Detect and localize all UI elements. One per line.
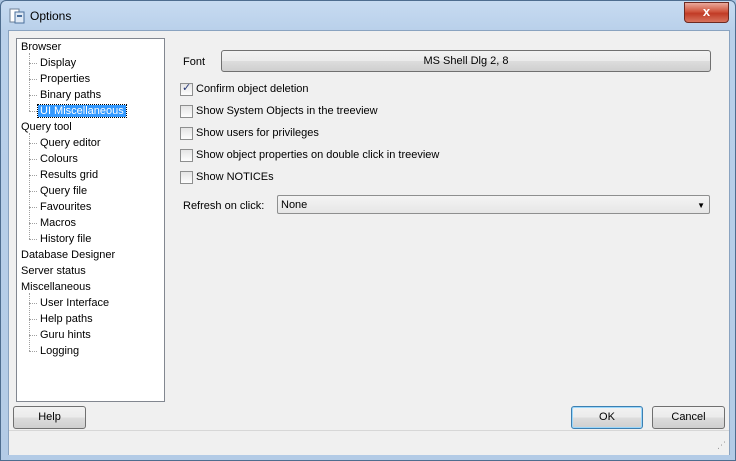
checkbox-label: Show users for privileges xyxy=(196,127,319,139)
tree-item-label: Query file xyxy=(40,185,88,197)
checkbox-unchecked-icon[interactable] xyxy=(180,171,193,184)
option-checkbox-row[interactable]: Show object properties on double click i… xyxy=(180,149,439,163)
tree-item[interactable]: Database Designer xyxy=(19,247,117,263)
tree-item[interactable]: Results grid xyxy=(38,167,100,183)
dialog-client: Browser Display Properties Binary paths UI M… xyxy=(8,30,730,455)
tree-item[interactable]: Query editor xyxy=(38,135,103,151)
cancel-button[interactable]: Cancel xyxy=(652,406,725,429)
tree-item[interactable]: Miscellaneous xyxy=(19,279,93,295)
tree-item-label: Query editor xyxy=(40,137,101,149)
tree-connector xyxy=(29,303,37,304)
resize-grip-icon[interactable]: ⋰ xyxy=(717,441,727,453)
tree-item[interactable]: Browser xyxy=(19,39,63,55)
tree-item-label: Binary paths xyxy=(40,89,102,101)
tree-item[interactable]: Binary paths xyxy=(38,87,103,103)
status-bar: ⋰ xyxy=(9,430,729,455)
tree-item-label: UI Miscellaneous xyxy=(37,104,127,118)
checkbox-label: Confirm object deletion xyxy=(196,83,309,95)
refresh-on-click-label: Refresh on click: xyxy=(183,200,265,212)
tree-item[interactable]: Help paths xyxy=(38,311,95,327)
checkbox-label: Show System Objects in the treeview xyxy=(196,105,378,117)
tree-connector xyxy=(29,335,37,336)
tree-item-label: Macros xyxy=(40,217,77,229)
option-checkbox-row[interactable]: Show NOTICEs xyxy=(180,171,274,185)
checkbox-label: Show object properties on double click i… xyxy=(196,149,440,161)
tree-item[interactable]: Query tool xyxy=(19,119,74,135)
options-tree[interactable]: Browser Display Properties Binary paths UI M… xyxy=(16,38,165,402)
option-checkbox-row[interactable]: Confirm object deletion xyxy=(180,82,309,97)
font-picker-button[interactable]: MS Shell Dlg 2, 8 xyxy=(221,50,711,72)
close-button[interactable]: x xyxy=(684,2,729,23)
tree-connector xyxy=(29,207,37,208)
tree-item[interactable]: Colours xyxy=(38,151,80,167)
tree-connector xyxy=(29,319,37,320)
tree-item[interactable]: Favourites xyxy=(38,199,93,215)
checkbox-checked-icon[interactable] xyxy=(180,82,193,96)
tree-connector xyxy=(29,175,37,176)
tree-item[interactable]: Macros xyxy=(38,215,78,231)
refresh-on-click-value: None xyxy=(281,199,308,211)
window-title: Options xyxy=(30,9,72,23)
tree-item-label: User Interface xyxy=(40,297,110,309)
refresh-on-click-select[interactable]: None ▼ xyxy=(277,195,710,214)
tree-connector xyxy=(29,63,37,64)
tree-item-label: Colours xyxy=(40,153,78,165)
tree-item[interactable]: UI Miscellaneous xyxy=(37,103,127,119)
tree-item[interactable]: Logging xyxy=(38,343,81,359)
tree-connector xyxy=(29,351,37,352)
tree-item-label: Database Designer xyxy=(21,249,116,261)
tree-item-label: Guru hints xyxy=(40,329,91,341)
tree-connector xyxy=(29,111,37,112)
tree-connector xyxy=(29,95,37,96)
tree-connector xyxy=(29,159,37,160)
checkbox-unchecked-icon[interactable] xyxy=(180,127,193,140)
checkbox-label: Show NOTICEs xyxy=(196,171,274,183)
tree-item[interactable]: Query file xyxy=(38,183,89,199)
tree-connector xyxy=(29,53,30,111)
tree-item-label: Results grid xyxy=(40,169,99,181)
tree-connector xyxy=(29,143,37,144)
app-icon xyxy=(9,8,25,24)
option-checkbox-row[interactable]: Show System Objects in the treeview xyxy=(180,105,378,119)
tree-item-label: Browser xyxy=(21,41,62,53)
tree-item-label: Favourites xyxy=(40,201,92,213)
help-button[interactable]: Help xyxy=(13,406,86,429)
tree-item[interactable]: Server status xyxy=(19,263,88,279)
tree-item[interactable]: Display xyxy=(38,55,78,71)
chevron-down-icon: ▼ xyxy=(697,201,705,210)
options-dialog: Options x Browser Display Properties Binary… xyxy=(0,0,736,461)
tree-connector xyxy=(29,293,30,351)
checkbox-unchecked-icon[interactable] xyxy=(180,149,193,162)
tree-connector xyxy=(29,79,37,80)
tree-item-label: Display xyxy=(40,57,77,69)
font-label: Font xyxy=(183,56,206,68)
tree-item-label: Help paths xyxy=(40,313,93,325)
tree-item[interactable]: Guru hints xyxy=(38,327,93,343)
tree-item[interactable]: History file xyxy=(38,231,93,247)
tree-item-label: History file xyxy=(40,233,92,245)
tree-connector xyxy=(29,239,37,240)
tree-connector xyxy=(29,191,37,192)
ok-button[interactable]: OK xyxy=(571,406,643,429)
tree-item-label: Server status xyxy=(21,265,86,277)
tree-item[interactable]: Properties xyxy=(38,71,92,87)
tree-connector xyxy=(29,223,37,224)
title-bar[interactable]: Options x xyxy=(1,1,735,31)
tree-item-label: Miscellaneous xyxy=(21,281,91,293)
checkbox-unchecked-icon[interactable] xyxy=(180,105,193,118)
tree-item-label: Query tool xyxy=(21,121,72,133)
tree-item-label: Properties xyxy=(40,73,91,85)
tree-item-label: Logging xyxy=(40,345,80,357)
tree-connector xyxy=(29,133,30,239)
tree-item[interactable]: User Interface xyxy=(38,295,111,311)
close-icon: x xyxy=(702,4,711,19)
option-checkbox-row[interactable]: Show users for privileges xyxy=(180,127,319,141)
